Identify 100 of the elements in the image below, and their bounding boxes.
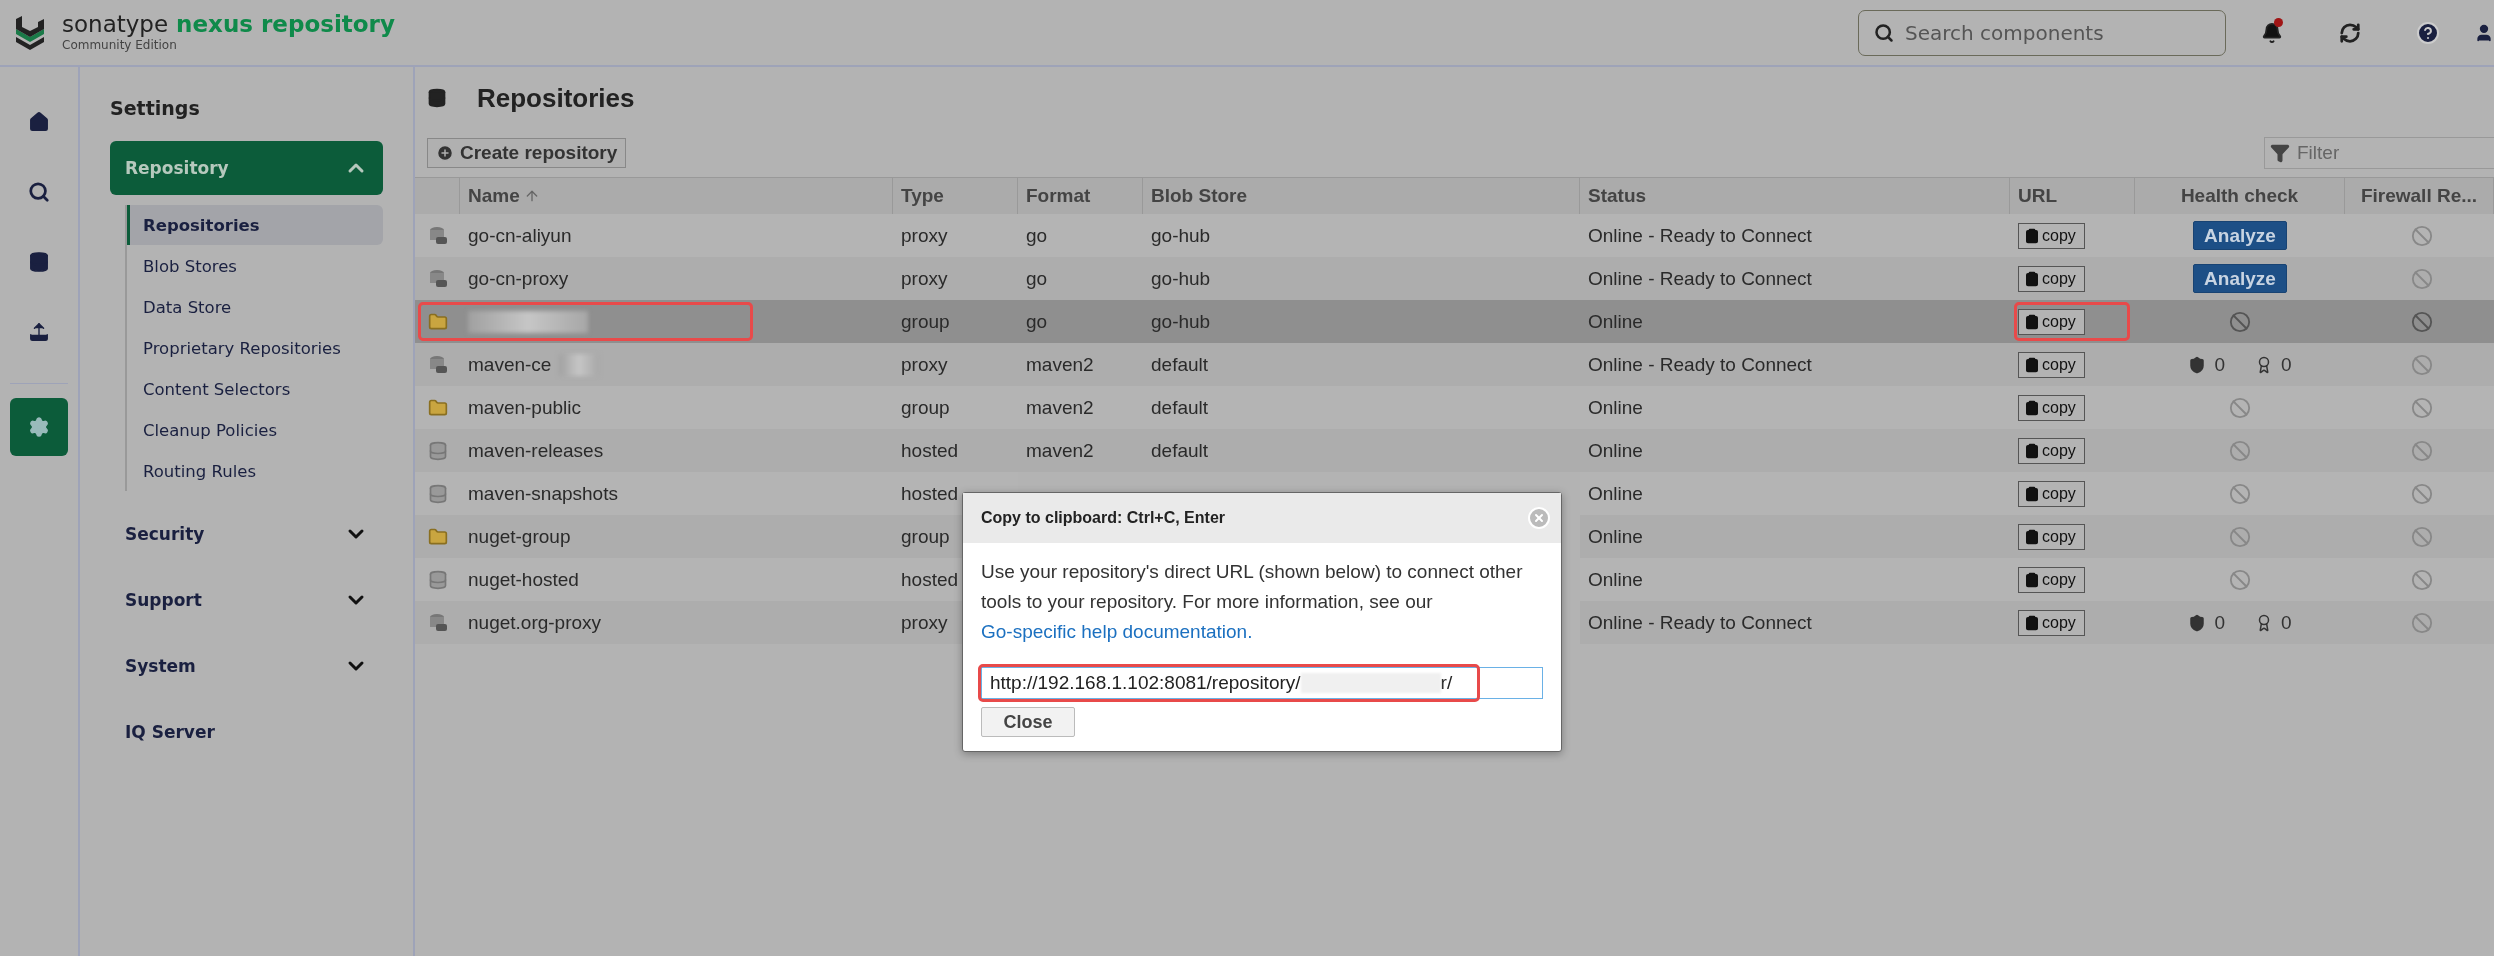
table-cell: default bbox=[1143, 343, 1580, 386]
sidebar-section[interactable]: IQ Server bbox=[110, 705, 383, 759]
analyze-button[interactable]: Analyze bbox=[2193, 264, 2287, 293]
settings-icon bbox=[28, 416, 50, 438]
sidebar-section[interactable]: System bbox=[110, 639, 383, 693]
url-field[interactable]: http://192.168.1.102:8081/repository/ r/ bbox=[981, 667, 1543, 699]
table-cell: hosted bbox=[893, 429, 1018, 472]
upload-icon bbox=[28, 321, 50, 343]
sidebar-section[interactable]: Security bbox=[110, 507, 383, 561]
close-button[interactable]: Close bbox=[981, 707, 1075, 737]
sidebar-item[interactable]: Cleanup Policies bbox=[127, 410, 383, 450]
copy-button[interactable]: copy bbox=[2018, 437, 2085, 464]
database-icon bbox=[427, 483, 448, 504]
disabled-icon bbox=[2229, 396, 2251, 419]
table-cell: nuget.org-proxy bbox=[460, 601, 893, 644]
disabled-icon bbox=[2411, 525, 2433, 548]
clipboard-icon bbox=[2024, 313, 2040, 330]
disabled-icon bbox=[2411, 310, 2433, 333]
column-header[interactable]: Health check bbox=[2135, 178, 2345, 214]
table-cell: default bbox=[1143, 429, 1580, 472]
column-header[interactable]: Name bbox=[460, 178, 893, 214]
disabled-icon bbox=[2229, 439, 2251, 462]
clipboard-icon bbox=[2024, 528, 2040, 545]
search-icon bbox=[1874, 22, 1894, 43]
column-header[interactable]: Blob Store bbox=[1143, 178, 1580, 214]
settings-button[interactable] bbox=[10, 398, 68, 456]
table-cell: Online bbox=[1580, 300, 2010, 343]
sidebar-item[interactable]: Data Store bbox=[127, 287, 383, 327]
sidebar-item[interactable]: Routing Rules bbox=[127, 451, 383, 491]
disabled-icon bbox=[2411, 482, 2433, 505]
help-icon[interactable] bbox=[2416, 20, 2440, 45]
table-cell: proxy bbox=[893, 343, 1018, 386]
column-header[interactable]: Firewall Re... bbox=[2345, 178, 2494, 214]
table-cell: go-cn-proxy bbox=[460, 257, 893, 300]
sidebar-item[interactable]: Proprietary Repositories bbox=[127, 328, 383, 368]
table-cell: Online - Ready to Connect bbox=[1580, 257, 2010, 300]
copy-button[interactable]: copy bbox=[2018, 394, 2085, 421]
disabled-icon bbox=[2229, 310, 2251, 333]
analyze-button[interactable]: Analyze bbox=[2193, 221, 2287, 250]
clipboard-icon bbox=[2024, 356, 2040, 373]
shield-icon bbox=[2188, 355, 2207, 374]
copy-button[interactable]: copy bbox=[2018, 609, 2085, 636]
disabled-icon bbox=[2229, 482, 2251, 505]
folder-icon bbox=[427, 397, 448, 418]
clipboard-icon bbox=[2024, 571, 2040, 588]
clipboard-icon bbox=[2024, 227, 2040, 244]
disabled-icon bbox=[2229, 568, 2251, 591]
folder-icon bbox=[427, 526, 448, 547]
clipboard-icon bbox=[2024, 399, 2040, 416]
disabled-icon bbox=[2411, 224, 2433, 247]
sidebar-section[interactable]: Repository bbox=[110, 141, 383, 195]
disabled-icon bbox=[2411, 611, 2433, 634]
server-icon bbox=[427, 612, 448, 633]
clipboard-icon bbox=[2024, 485, 2040, 502]
sidebar-item[interactable]: Blob Stores bbox=[127, 246, 383, 286]
sidebar-title: Settings bbox=[110, 97, 201, 119]
filter-field[interactable]: Filter bbox=[2264, 137, 2494, 169]
database-icon bbox=[427, 440, 448, 461]
search-field[interactable]: Search components bbox=[1858, 9, 2226, 56]
sidebar-item[interactable]: Repositories bbox=[127, 205, 383, 245]
table-cell: maven2 bbox=[1018, 343, 1143, 386]
column-header[interactable]: Status bbox=[1580, 178, 2010, 214]
license-count: 0 bbox=[2281, 353, 2292, 376]
database-icon bbox=[427, 569, 448, 590]
table-cell: proxy bbox=[893, 257, 1018, 300]
copy-button[interactable]: copy bbox=[2018, 351, 2085, 378]
disabled-icon bbox=[2411, 353, 2433, 376]
refresh-icon[interactable] bbox=[2339, 21, 2361, 44]
disabled-icon bbox=[2411, 439, 2433, 462]
disabled-icon bbox=[2411, 396, 2433, 419]
edition-label: Community Edition bbox=[62, 38, 178, 52]
table-cell: maven-ce bbox=[460, 343, 893, 386]
clipboard-icon bbox=[2024, 614, 2040, 631]
copy-button[interactable]: copy bbox=[2018, 523, 2085, 550]
disabled-icon bbox=[2411, 568, 2433, 591]
column-header[interactable]: Type bbox=[893, 178, 1018, 214]
server-icon bbox=[427, 225, 448, 246]
table-cell: go-hub bbox=[1143, 257, 1580, 300]
disabled-icon bbox=[2229, 525, 2251, 548]
security-count: 0 bbox=[2214, 611, 2225, 634]
shield-icon bbox=[2188, 613, 2207, 632]
server-icon bbox=[427, 268, 448, 289]
table-cell: group bbox=[893, 300, 1018, 343]
filter-icon bbox=[2270, 143, 2290, 163]
copy-button[interactable]: copy bbox=[2018, 566, 2085, 593]
table-cell: maven-releases bbox=[460, 429, 893, 472]
database-icon bbox=[427, 88, 447, 108]
column-header[interactable]: Format bbox=[1018, 178, 1143, 214]
copy-button[interactable]: copy bbox=[2018, 480, 2085, 507]
copy-button[interactable]: copy bbox=[2018, 265, 2085, 292]
table-cell: Online - Ready to Connect bbox=[1580, 601, 2010, 644]
copy-button[interactable]: copy bbox=[2018, 222, 2085, 249]
sidebar-section[interactable]: Support bbox=[110, 573, 383, 627]
home-icon bbox=[28, 111, 50, 133]
notification-icon[interactable] bbox=[2261, 21, 2283, 44]
security-count: 0 bbox=[2214, 353, 2225, 376]
column-header[interactable]: URL bbox=[2010, 178, 2135, 214]
copy-button[interactable]: copy bbox=[2018, 308, 2085, 335]
sidebar-item[interactable]: Content Selectors bbox=[127, 369, 383, 409]
create-repository-button[interactable]: Create repository bbox=[427, 138, 627, 168]
